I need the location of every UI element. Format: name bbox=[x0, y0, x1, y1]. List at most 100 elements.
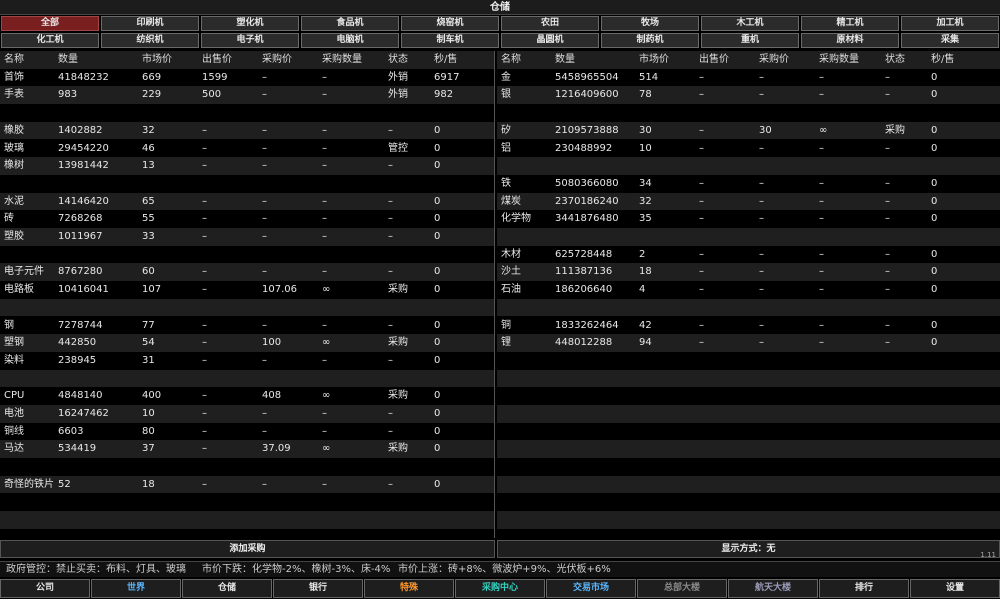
filter-button[interactable]: 塑化机 bbox=[201, 16, 299, 31]
filter-button[interactable]: 采集 bbox=[901, 33, 999, 48]
nav-button[interactable]: 交易市场 bbox=[546, 579, 636, 598]
filter-button[interactable]: 制车机 bbox=[401, 33, 499, 48]
filter-button[interactable]: 牧场 bbox=[601, 16, 699, 31]
table-row[interactable]: 玻璃 29454220 46 – – – 管控 0 bbox=[0, 139, 494, 158]
filter-button[interactable]: 重机 bbox=[701, 33, 799, 48]
column-header: 秒/售 bbox=[931, 54, 955, 65]
table-row[interactable]: 锂 448012288 94 – – – – 0 bbox=[497, 334, 1000, 352]
table-cell: 采购 bbox=[388, 284, 408, 296]
filter-button[interactable]: 晶圆机 bbox=[501, 33, 599, 48]
filter-button[interactable]: 精工机 bbox=[801, 16, 899, 31]
table-row[interactable]: 石油 186206640 4 – – – – 0 bbox=[497, 281, 1000, 299]
table-cell: – bbox=[322, 425, 327, 437]
empty-row bbox=[497, 405, 1000, 423]
empty-row bbox=[497, 351, 1000, 370]
add-purchase-button[interactable]: 添加采购 bbox=[0, 540, 495, 558]
filter-button[interactable]: 全部 bbox=[1, 16, 99, 31]
table-row[interactable]: 矽 2109573888 30 – 30 ∞ 采购 0 bbox=[497, 121, 1000, 140]
table-cell: 0 bbox=[434, 443, 441, 455]
table-row[interactable]: 塑钢 442850 54 – 100 ∞ 采购 0 bbox=[0, 334, 494, 352]
table-row[interactable]: 铁 5080366080 34 – – – – 0 bbox=[497, 174, 1000, 193]
table-row[interactable]: 铜 1833262464 42 – – – – 0 bbox=[497, 316, 1000, 335]
table-cell: 514 bbox=[639, 71, 659, 83]
table-row[interactable]: 化学物 3441876480 35 – – – – 0 bbox=[497, 210, 1000, 228]
nav-button[interactable]: 世界 bbox=[91, 579, 181, 598]
filter-button[interactable]: 电脑机 bbox=[301, 33, 399, 48]
nav-button[interactable]: 总部大楼 bbox=[637, 579, 727, 598]
table-row[interactable]: 手表 983 229 500 – – 外销 982 bbox=[0, 86, 494, 105]
table-row[interactable]: 银 1216409600 78 – – – – 0 bbox=[497, 86, 1000, 105]
table-row[interactable]: 煤炭 2370186240 32 – – – – 0 bbox=[497, 192, 1000, 211]
table-cell: 化学物 bbox=[501, 213, 531, 225]
table-row[interactable]: 橡树 13981442 13 – – – – 0 bbox=[0, 157, 494, 175]
table-cell: – bbox=[819, 213, 824, 225]
table-cell: 0 bbox=[434, 390, 441, 402]
nav-button[interactable]: 仓储 bbox=[182, 579, 272, 598]
table-row[interactable]: 电路板 10416041 107 – 107.06 ∞ 采购 0 bbox=[0, 281, 494, 299]
table-cell: – bbox=[322, 142, 327, 154]
filter-button[interactable]: 木工机 bbox=[701, 16, 799, 31]
table-cell: – bbox=[819, 71, 824, 83]
table-row[interactable]: 橡胶 1402882 32 – – – – 0 bbox=[0, 121, 494, 140]
ticker-price-up: 市价上涨：砖+8%、微波炉+9%、光伏板+6% bbox=[398, 564, 611, 575]
column-header: 状态 bbox=[388, 54, 408, 65]
display-mode-button[interactable]: 显示方式：无 bbox=[497, 540, 1000, 558]
nav-button[interactable]: 设置 bbox=[910, 579, 1000, 598]
table-cell: 100 bbox=[262, 337, 282, 349]
table-cell: 石油 bbox=[501, 284, 521, 296]
table-cell: 32 bbox=[639, 195, 652, 207]
filter-button[interactable]: 原材料 bbox=[801, 33, 899, 48]
table-cell: 80 bbox=[142, 425, 155, 437]
filter-button[interactable]: 烧窑机 bbox=[401, 16, 499, 31]
table-cell: – bbox=[699, 71, 704, 83]
market-ticker: 政府管控：禁止买卖：布料、灯具、玻璃 市价下跌：化学物-2%、橡树-3%、床-4… bbox=[0, 561, 1000, 577]
table-row[interactable]: 塑胶 1011967 33 – – – – 0 bbox=[0, 228, 494, 246]
table-cell: 玻璃 bbox=[4, 142, 24, 154]
filter-button[interactable]: 印刷机 bbox=[101, 16, 199, 31]
filter-button[interactable]: 加工机 bbox=[901, 16, 999, 31]
filter-button[interactable]: 制药机 bbox=[601, 33, 699, 48]
empty-row bbox=[0, 104, 494, 122]
table-cell: 管控 bbox=[388, 142, 408, 154]
table-cell: 16247462 bbox=[58, 408, 109, 419]
column-header: 采购价 bbox=[262, 54, 292, 65]
table-row[interactable]: 木材 625728448 2 – – – – 0 bbox=[497, 245, 1000, 264]
table-cell: 5080366080 bbox=[555, 177, 619, 189]
filter-button[interactable]: 食品机 bbox=[301, 16, 399, 31]
table-row[interactable]: CPU 4848140 400 – 408 ∞ 采购 0 bbox=[0, 387, 494, 405]
nav-button[interactable]: 航天大楼 bbox=[728, 579, 818, 598]
nav-button[interactable]: 公司 bbox=[0, 579, 90, 598]
table-cell: 6917 bbox=[434, 71, 460, 83]
table-row[interactable]: 奇怪的铁片 52 18 – – – – 0 bbox=[0, 475, 494, 494]
table-row[interactable]: 染料 238945 31 – – – – 0 bbox=[0, 351, 494, 370]
table-row[interactable]: 钢 7278744 77 – – – – 0 bbox=[0, 316, 494, 335]
table-row[interactable]: 沙土 111387136 18 – – – – 0 bbox=[497, 263, 1000, 282]
table-row[interactable]: 金 5458965504 514 – – – – 0 bbox=[497, 68, 1000, 87]
filter-button[interactable]: 农田 bbox=[501, 16, 599, 31]
nav-button[interactable]: 特殊 bbox=[364, 579, 454, 598]
table-row[interactable]: 电子元件 8767280 60 – – – – 0 bbox=[0, 263, 494, 282]
filter-button[interactable]: 电子机 bbox=[201, 33, 299, 48]
table-cell: 10416041 bbox=[58, 284, 109, 296]
table-cell: 外销 bbox=[388, 89, 408, 101]
table-row[interactable]: 铝 230488992 10 – – – – 0 bbox=[497, 139, 1000, 158]
table-row[interactable]: 铜线 6603 80 – – – – 0 bbox=[0, 422, 494, 441]
filter-button[interactable]: 化工机 bbox=[1, 33, 99, 48]
table-row[interactable]: 马达 534419 37 – 37.09 ∞ 采购 0 bbox=[0, 440, 494, 459]
nav-button[interactable]: 银行 bbox=[273, 579, 363, 598]
nav-button[interactable]: 采购中心 bbox=[455, 579, 545, 598]
filter-button[interactable]: 纺织机 bbox=[101, 33, 199, 48]
table-cell: 0 bbox=[931, 248, 938, 260]
nav-button[interactable]: 排行 bbox=[819, 579, 909, 598]
table-row[interactable]: 首饰 41848232 669 1599 – – 外销 6917 bbox=[0, 68, 494, 87]
table-cell: – bbox=[202, 195, 207, 207]
table-cell: – bbox=[262, 195, 267, 207]
table-cell: – bbox=[885, 71, 890, 83]
column-header: 出售价 bbox=[202, 54, 232, 65]
column-header: 数量 bbox=[58, 54, 78, 65]
table-row[interactable]: 砖 7268268 55 – – – – 0 bbox=[0, 210, 494, 228]
table-cell: 0 bbox=[931, 71, 938, 83]
table-row[interactable]: 电池 16247462 10 – – – – 0 bbox=[0, 405, 494, 423]
table-row[interactable]: 水泥 14146420 65 – – – – 0 bbox=[0, 192, 494, 211]
table-cell: 0 bbox=[434, 319, 441, 331]
